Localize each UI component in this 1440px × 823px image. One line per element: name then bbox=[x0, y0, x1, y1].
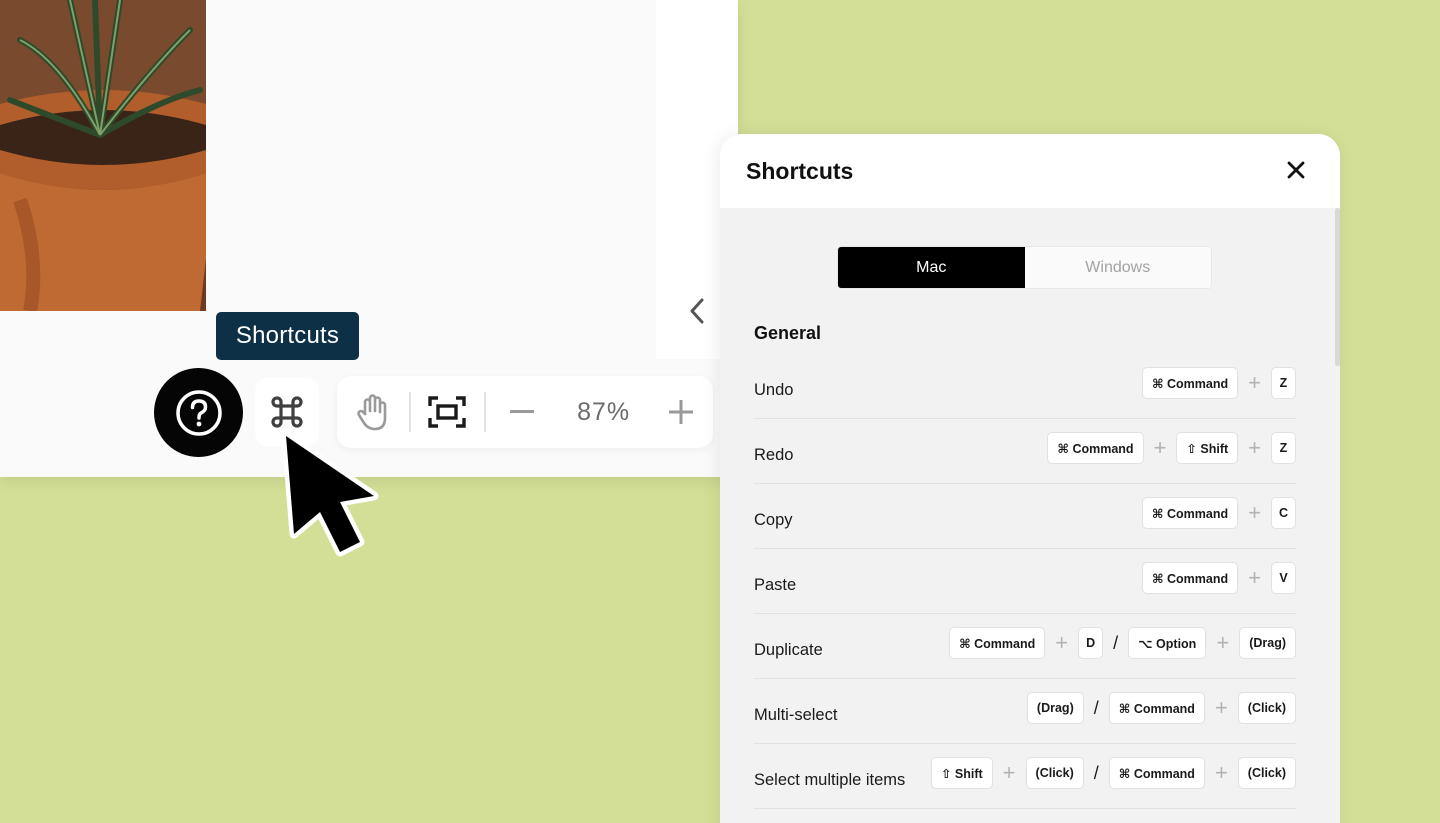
shortcut-keys: (Drag) / ⌘ Command + (Click) bbox=[1026, 692, 1296, 724]
plus-separator: + bbox=[1153, 435, 1167, 460]
zoom-level[interactable]: 87% bbox=[558, 398, 650, 427]
panel-title: Shortcuts bbox=[746, 157, 854, 184]
plus-separator: + bbox=[1214, 760, 1228, 785]
plus-separator: + bbox=[1248, 370, 1261, 395]
key-cap: (Drag) bbox=[1239, 627, 1296, 659]
shortcut-name: Select multiple items bbox=[754, 770, 906, 789]
zoom-in-button[interactable] bbox=[649, 376, 713, 448]
shortcut-keys: ⌘ Command + ⇧ Shift + Z bbox=[1047, 432, 1296, 464]
canvas-toolbar: 87% bbox=[337, 376, 713, 448]
close-button[interactable] bbox=[1282, 156, 1310, 184]
key-cap: ⌘ Command bbox=[1141, 562, 1239, 594]
shortcut-name: Redo bbox=[754, 445, 794, 464]
command-icon bbox=[271, 396, 303, 428]
shortcut-row: Undo ⌘ Command + Z bbox=[754, 354, 1296, 419]
shortcut-row: Select multiple items ⇧ Shift + (Click) / ⌘ C… bbox=[754, 744, 1296, 809]
help-button[interactable] bbox=[154, 368, 243, 457]
plus-separator: + bbox=[1248, 500, 1261, 525]
shortcut-row: Paste ⌘ Command + V bbox=[754, 549, 1296, 614]
shortcut-row: Duplicate ⌘ Command + D / ⌥ Option + (Drag) bbox=[754, 614, 1296, 679]
plus-separator: + bbox=[1216, 630, 1230, 655]
os-toggle: Mac Windows bbox=[837, 246, 1212, 289]
shortcuts-button[interactable] bbox=[255, 378, 319, 446]
plus-separator: + bbox=[1055, 630, 1069, 655]
key-cap: (Click) bbox=[1237, 757, 1296, 789]
shortcut-name: Paste bbox=[754, 575, 797, 594]
shortcut-name: Duplicate bbox=[754, 640, 823, 659]
key-cap: ⌥ Option bbox=[1128, 627, 1207, 659]
question-circle-icon bbox=[175, 389, 222, 436]
key-cap: ⌘ Command bbox=[1047, 432, 1144, 464]
panel-header: Shortcuts bbox=[720, 134, 1340, 208]
key-cap: (Drag) bbox=[1026, 692, 1084, 724]
shortcut-row: Copy ⌘ Command + C bbox=[754, 484, 1296, 549]
shortcuts-tooltip: Shortcuts bbox=[216, 312, 359, 360]
shortcut-name: Copy bbox=[754, 510, 793, 529]
key-cap: Z bbox=[1271, 367, 1296, 399]
key-cap: C bbox=[1270, 497, 1296, 529]
key-cap: ⌘ Command bbox=[949, 627, 1046, 659]
key-cap: ⇧ Shift bbox=[1176, 432, 1239, 464]
key-cap: ⇧ Shift bbox=[930, 757, 993, 789]
fit-to-screen-button[interactable] bbox=[411, 376, 485, 448]
shortcut-keys: ⌘ Command + D / ⌥ Option + (Drag) bbox=[949, 627, 1296, 659]
tooltip-label: Shortcuts bbox=[235, 322, 340, 349]
panel-scrollbar[interactable] bbox=[1335, 208, 1340, 366]
key-cap: (Click) bbox=[1025, 757, 1084, 789]
key-cap: D bbox=[1078, 627, 1104, 659]
key-cap: ⌘ Command bbox=[1141, 497, 1239, 529]
shortcut-keys: ⌘ Command + C bbox=[1141, 497, 1296, 529]
or-separator: / bbox=[1113, 632, 1119, 653]
key-cap: (Click) bbox=[1237, 692, 1296, 724]
key-cap: ⌘ Command bbox=[1108, 692, 1205, 724]
tab-mac[interactable]: Mac bbox=[838, 247, 1025, 288]
close-icon bbox=[1287, 161, 1305, 179]
hand-tool-button[interactable] bbox=[337, 376, 409, 448]
plus-separator: + bbox=[1248, 435, 1261, 460]
plant-image bbox=[0, 0, 206, 311]
shortcut-name: Multi-select bbox=[754, 705, 838, 724]
key-cap: Z bbox=[1271, 432, 1296, 464]
shortcut-keys: ⌘ Command + Z bbox=[1141, 367, 1296, 399]
key-cap: V bbox=[1271, 562, 1296, 594]
fit-screen-icon bbox=[428, 396, 467, 428]
tab-windows[interactable]: Windows bbox=[1024, 247, 1211, 288]
plus-separator: + bbox=[1214, 695, 1228, 720]
shortcuts-panel: Shortcuts Mac Windows General Undo ⌘ Comm… bbox=[720, 134, 1340, 823]
or-separator: / bbox=[1093, 762, 1099, 783]
shortcut-row: Redo ⌘ Command + ⇧ Shift + Z bbox=[754, 419, 1296, 484]
shortcut-row: Multi-select (Drag) / ⌘ Command + (Click) bbox=[754, 679, 1296, 744]
zoom-out-button[interactable] bbox=[486, 376, 558, 448]
chevron-left-icon[interactable] bbox=[684, 297, 710, 325]
key-cap: ⌘ Command bbox=[1141, 367, 1239, 399]
plus-separator: + bbox=[1002, 760, 1016, 785]
plus-icon bbox=[669, 400, 694, 424]
shortcut-name: Undo bbox=[754, 380, 794, 399]
key-cap: ⌘ Command bbox=[1108, 757, 1205, 789]
shortcut-keys: ⇧ Shift + (Click) / ⌘ Command + (Click) bbox=[930, 757, 1296, 789]
shortcut-keys: ⌘ Command + V bbox=[1141, 562, 1296, 594]
or-separator: / bbox=[1093, 697, 1099, 718]
hand-icon bbox=[357, 394, 387, 431]
minus-icon bbox=[510, 410, 535, 413]
plus-separator: + bbox=[1248, 565, 1261, 590]
section-heading-general: General bbox=[754, 323, 822, 343]
shortcut-list: Undo ⌘ Command + Z Redo ⌘ Command + ⇧ Shift + Z Co… bbox=[754, 354, 1296, 809]
